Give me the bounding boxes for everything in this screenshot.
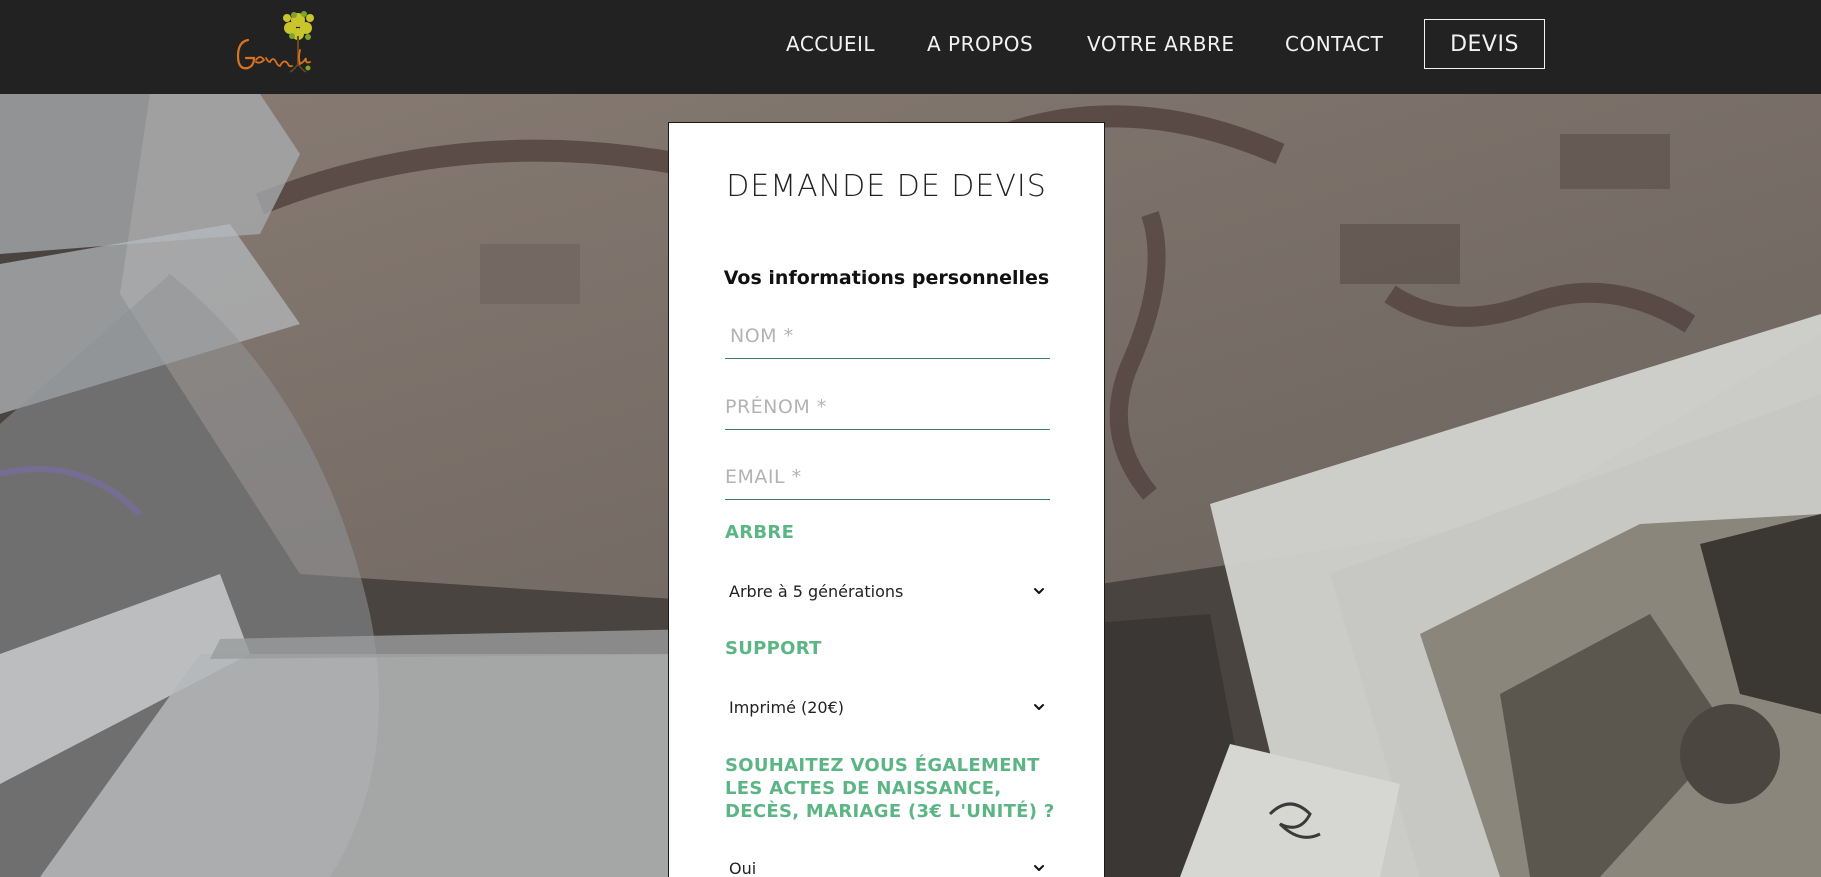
- chevron-down-icon: [1034, 704, 1044, 710]
- tree-logo-icon: [236, 11, 314, 73]
- actes-select[interactable]: Oui: [725, 853, 1050, 877]
- nav-votre-arbre[interactable]: VOTRE ARBRE: [1087, 32, 1235, 56]
- arbre-label: ARBRE: [725, 522, 795, 543]
- support-label: SUPPORT: [725, 638, 822, 659]
- chevron-down-icon: [1034, 588, 1044, 594]
- actes-label: SOUHAITEZ VOUS ÉGALEMENT LES ACTES DE NA…: [725, 755, 1055, 822]
- nav-contact[interactable]: CONTACT: [1285, 32, 1383, 56]
- nav-devis-label: DEVIS: [1450, 31, 1519, 57]
- arbre-select-value: Arbre à 5 générations: [729, 581, 904, 601]
- arbre-select[interactable]: Arbre à 5 générations: [725, 576, 1050, 606]
- chevron-down-icon: [1034, 865, 1044, 871]
- nom-field[interactable]: [725, 313, 1050, 359]
- site-header: ACCUEIL A PROPOS VOTRE ARBRE CONTACT DEV…: [0, 0, 1821, 94]
- nav-accueil[interactable]: ACCUEIL: [786, 32, 875, 56]
- quote-request-form: DEMANDE DE DEVIS Vos informations person…: [668, 122, 1105, 877]
- support-select[interactable]: Imprimé (20€): [725, 692, 1050, 722]
- form-title: DEMANDE DE DEVIS: [726, 169, 1047, 204]
- prenom-field[interactable]: [725, 384, 1050, 430]
- actes-select-value: Oui: [729, 858, 757, 877]
- nav-a-propos[interactable]: A PROPOS: [927, 32, 1033, 56]
- personal-info-heading: Vos informations personnelles: [723, 267, 1050, 289]
- support-select-value: Imprimé (20€): [729, 697, 845, 717]
- site-logo[interactable]: [228, 6, 324, 82]
- email-field[interactable]: [725, 454, 1050, 500]
- nav-devis-button[interactable]: DEVIS: [1424, 19, 1545, 69]
